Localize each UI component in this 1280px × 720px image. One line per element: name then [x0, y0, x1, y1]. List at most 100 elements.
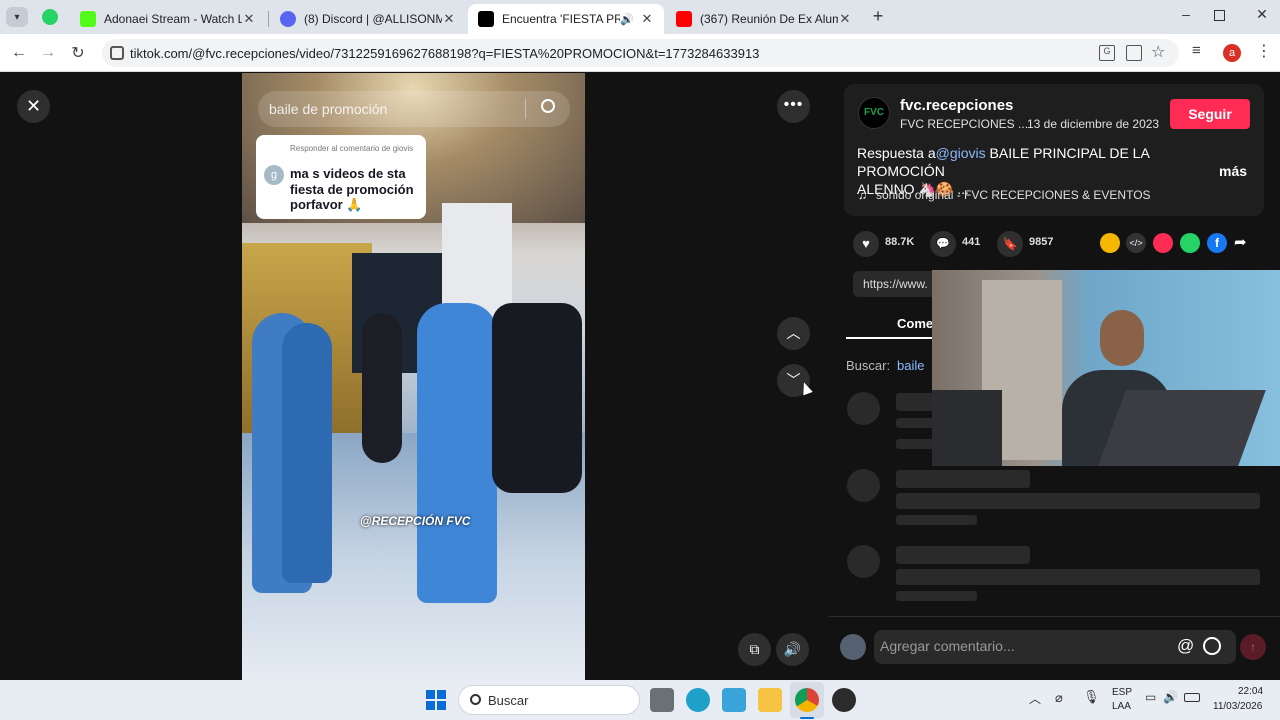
battery-icon[interactable]: [1184, 693, 1200, 702]
comment-skeleton-line: [896, 470, 1030, 488]
windows-taskbar: Buscar ︿ ⌀ 🎙 ESP LAA ▭ 🔊 22:04 11/03/202…: [0, 680, 1280, 720]
video-watermark: @RECEPCIÓN FVC: [360, 514, 471, 528]
taskbar-search[interactable]: Buscar: [458, 685, 640, 715]
webcam-overlay: [932, 270, 1280, 466]
clock-time[interactable]: 22:04: [1238, 686, 1263, 697]
comment-skeleton-line: [896, 546, 1030, 564]
edge-icon[interactable]: [686, 688, 710, 712]
site-info-icon[interactable]: [110, 46, 124, 60]
mention-icon[interactable]: @: [1177, 636, 1194, 656]
back-button[interactable]: ←: [8, 42, 30, 64]
tab-label: Adonaei Stream - Watch Live o: [104, 12, 242, 26]
notepad-icon[interactable]: [722, 688, 746, 712]
like-count: 88.7K: [885, 236, 915, 248]
menu-kebab-icon[interactable]: ⋮: [1256, 41, 1272, 61]
comment-search-label: Buscar:: [846, 358, 891, 373]
comment-skeleton-line: [896, 493, 1260, 509]
like-button[interactable]: ♥: [853, 231, 879, 257]
reload-button[interactable]: ↻: [67, 42, 89, 64]
previous-video-button[interactable]: ︿: [777, 317, 810, 350]
video-search-bar[interactable]: baile de promoción: [258, 91, 570, 127]
sound-label[interactable]: sonido original - FVC RECEPCIONES & EVEN…: [876, 188, 1151, 202]
address-bar[interactable]: tiktok.com/@fvc.recepciones/video/731225…: [102, 39, 1179, 67]
task-view-icon[interactable]: [650, 688, 674, 712]
close-icon[interactable]: ✕: [442, 11, 456, 27]
video-player[interactable]: baile de promoción Responder al comentar…: [242, 73, 585, 680]
whatsapp-pinned-tab[interactable]: [42, 9, 58, 25]
share-arrow-icon[interactable]: ➦: [1234, 233, 1247, 251]
obs-icon[interactable]: [832, 688, 856, 712]
volume-icon[interactable]: 🔊: [1163, 690, 1178, 704]
close-icon[interactable]: ✕: [242, 11, 256, 27]
tab-discord[interactable]: (8) Discord | @ALLISONMARIA ✕: [270, 4, 466, 34]
close-video-button[interactable]: ✕: [17, 90, 50, 123]
caption-more-link[interactable]: más: [1219, 163, 1247, 179]
lang-bottom[interactable]: LAA: [1112, 701, 1131, 712]
install-app-icon[interactable]: [1126, 45, 1142, 61]
network-off-icon[interactable]: ⌀: [1055, 690, 1063, 706]
floating-player-button[interactable]: ⧉: [738, 633, 771, 666]
whatsapp-share-icon[interactable]: [1180, 233, 1200, 253]
author-display-name: FVC RECEPCIONES ...: [900, 117, 1029, 131]
video-search-text: baile de promoción: [269, 101, 388, 117]
tiktok-page: ✕ baile de promoción Responder al coment…: [0, 73, 1280, 680]
save-button[interactable]: 🔖: [997, 231, 1023, 257]
search-icon[interactable]: [541, 99, 555, 113]
tray-overflow-icon[interactable]: ︿: [1029, 690, 1041, 707]
comment-skeleton-line: [896, 439, 936, 449]
more-options-button[interactable]: •••: [777, 90, 810, 123]
close-icon[interactable]: ✕: [838, 11, 852, 27]
bookmark-star-icon[interactable]: ☆: [1151, 42, 1165, 62]
youtube-favicon-icon: [676, 11, 692, 27]
comment-skeleton-line: [896, 591, 977, 601]
repost-icon[interactable]: [1100, 233, 1120, 253]
forward-button[interactable]: →: [37, 42, 59, 64]
music-note-icon: ♫: [858, 188, 867, 202]
facebook-share-icon[interactable]: f: [1207, 233, 1227, 253]
maximize-button[interactable]: [1214, 10, 1225, 21]
comment-input[interactable]: Agregar comentario... @: [874, 630, 1236, 664]
translate-icon[interactable]: G: [1099, 45, 1115, 61]
profile-avatar[interactable]: a: [1223, 44, 1241, 62]
comment-skeleton-avatar: [847, 545, 880, 578]
follow-button[interactable]: Seguir: [1170, 99, 1250, 129]
taskbar-search-label: Buscar: [488, 693, 529, 708]
caption-mention[interactable]: @giovis: [936, 145, 986, 161]
clock-date[interactable]: 11/03/2026: [1213, 701, 1262, 712]
tab-search-button[interactable]: ▾: [6, 7, 28, 27]
author-avatar[interactable]: FVC: [858, 97, 890, 129]
discord-favicon-icon: [280, 11, 296, 27]
embed-icon[interactable]: </>: [1126, 233, 1146, 253]
author-card: FVC fvc.recepciones FVC RECEPCIONES ... …: [844, 84, 1264, 216]
reply-sticker: Responder al comentario de giovis g ma s…: [256, 135, 426, 219]
lang-top[interactable]: ESP: [1112, 687, 1132, 698]
commenter-avatar: [840, 634, 866, 660]
author-username[interactable]: fvc.recepciones: [900, 97, 1013, 114]
reply-header: Responder al comentario de giovis: [290, 144, 414, 153]
tab-tiktok[interactable]: Encuentra 'FIESTA PROMOC 🔊 ✕: [468, 4, 664, 34]
send-icon[interactable]: [1153, 233, 1173, 253]
close-window-button[interactable]: ✕: [1252, 6, 1272, 26]
comment-skeleton-line: [896, 569, 1260, 585]
reply-avatar: g: [264, 165, 284, 185]
speaker-icon[interactable]: 🔊: [620, 13, 634, 26]
video-stage: ✕ baile de promoción Responder al coment…: [0, 73, 828, 680]
tab-adonaei[interactable]: Adonaei Stream - Watch Live o ✕: [70, 4, 266, 34]
comment-button[interactable]: 💬: [930, 231, 956, 257]
emoji-icon[interactable]: [1203, 637, 1221, 655]
volume-button[interactable]: 🔊: [776, 633, 809, 666]
tab-youtube[interactable]: (367) Reunión De Ex Alumnos - ✕: [666, 4, 862, 34]
file-explorer-icon[interactable]: [758, 688, 782, 712]
close-icon[interactable]: ✕: [640, 11, 654, 27]
link-text: https://www.: [863, 277, 928, 291]
chrome-icon[interactable]: [795, 688, 819, 712]
comment-search-term[interactable]: baile: [897, 358, 924, 373]
new-tab-button[interactable]: +: [868, 6, 888, 26]
minimize-button[interactable]: –: [1176, 6, 1196, 26]
media-controls-icon[interactable]: ≡: [1192, 42, 1201, 59]
microphone-icon[interactable]: 🎙: [1083, 689, 1100, 705]
post-comment-button[interactable]: ↑: [1240, 634, 1266, 660]
comment-count: 441: [962, 236, 981, 248]
windows-start-icon[interactable]: [426, 690, 446, 710]
display-icon[interactable]: ▭: [1145, 690, 1156, 704]
